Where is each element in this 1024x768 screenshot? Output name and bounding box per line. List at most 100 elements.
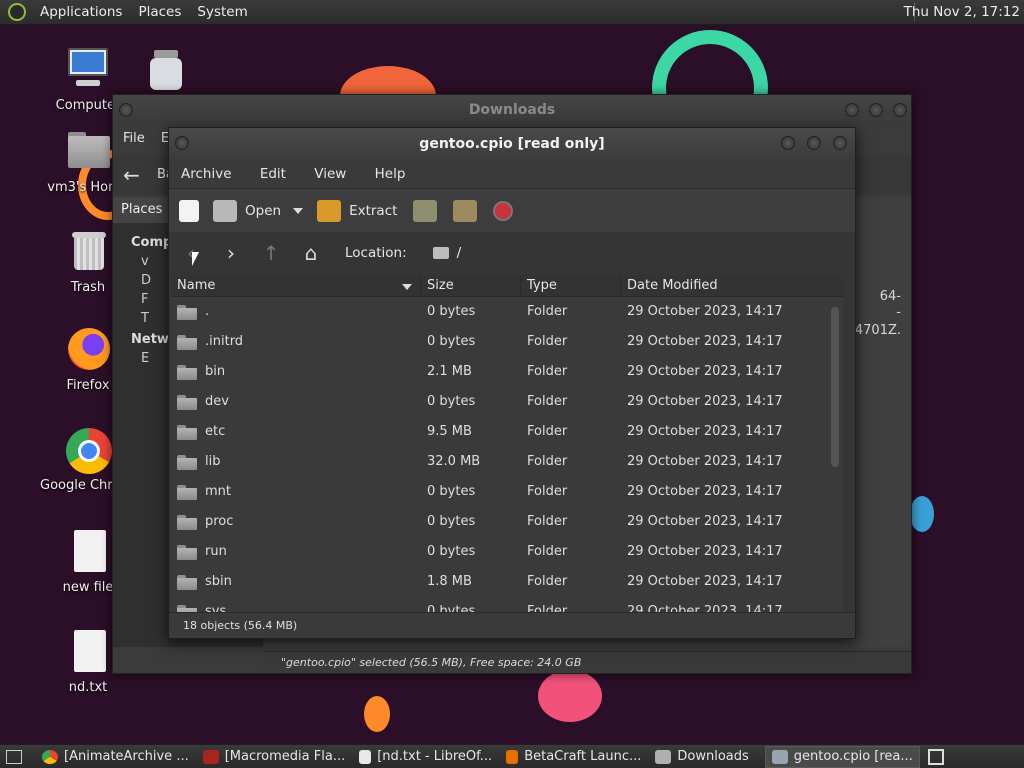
- open-dropdown-icon[interactable]: [293, 207, 304, 214]
- list-header: Name Size Type Date Modified: [171, 275, 843, 297]
- cell-size: 1.8 MB: [427, 574, 472, 589]
- maximize-button[interactable]: [807, 136, 821, 150]
- task-label: [Macromedia Fla...: [224, 749, 346, 764]
- places-menu[interactable]: Places: [130, 4, 189, 20]
- add-files-icon[interactable]: [413, 199, 438, 222]
- cell-name: bin: [205, 364, 226, 379]
- cell-size: 0 bytes: [427, 304, 476, 319]
- column-date-label: Date Modified: [627, 278, 718, 293]
- archive-icon: [771, 749, 788, 764]
- taskbar-item[interactable]: [Macromedia Fla...: [197, 746, 352, 768]
- cell-type: Folder: [527, 544, 568, 559]
- toolbar: Open Extract: [169, 188, 855, 232]
- menu-edit[interactable]: Edit: [258, 166, 288, 182]
- back-icon[interactable]: ‹: [179, 242, 203, 264]
- scrollbar-thumb[interactable]: [831, 307, 839, 467]
- cell-date: 29 October 2023, 14:17: [627, 364, 783, 379]
- taskbar: [AnimateArchive ... [Macromedia Fla... […: [0, 744, 1024, 768]
- cell-size: 0 bytes: [427, 604, 476, 613]
- close-button[interactable]: [893, 103, 907, 117]
- desktop-icon-jar[interactable]: [118, 46, 214, 98]
- window-title: gentoo.cpio [read only]: [169, 128, 855, 160]
- menu-file[interactable]: File: [123, 131, 145, 146]
- location-path[interactable]: /: [457, 245, 462, 261]
- menu-help[interactable]: Help: [373, 166, 408, 182]
- java-icon: [506, 749, 519, 764]
- column-name[interactable]: Name: [171, 275, 421, 297]
- system-menu[interactable]: System: [189, 4, 255, 20]
- jar-icon: [142, 46, 190, 94]
- back-arrow-icon[interactable]: ←: [123, 163, 140, 187]
- window-menu-button[interactable]: [175, 136, 189, 150]
- applications-menu[interactable]: Applications: [32, 4, 130, 20]
- up-icon[interactable]: ↑: [259, 242, 283, 264]
- taskbar-item-active[interactable]: gentoo.cpio [rea...: [764, 745, 920, 768]
- task-label: [AnimateArchive ...: [64, 749, 189, 764]
- cell-date: 29 October 2023, 14:17: [627, 394, 783, 409]
- new-archive-icon[interactable]: [179, 199, 199, 222]
- add-folder-icon[interactable]: [453, 199, 478, 222]
- cell-name: proc: [205, 514, 234, 529]
- table-row[interactable]: proc 0 bytes Folder 29 October 2023, 14:17: [171, 507, 831, 537]
- table-row[interactable]: sbin 1.8 MB Folder 29 October 2023, 14:17: [171, 567, 831, 597]
- cell-type: Folder: [527, 334, 568, 349]
- table-row[interactable]: lib 32.0 MB Folder 29 October 2023, 14:17: [171, 447, 831, 477]
- cell-type: Folder: [527, 424, 568, 439]
- text-fragment: 64-: [879, 289, 901, 304]
- sort-descending-icon: [402, 284, 412, 290]
- column-size[interactable]: Size: [421, 275, 521, 297]
- cell-size: 0 bytes: [427, 544, 476, 559]
- flash-icon: [202, 749, 219, 764]
- cell-size: 0 bytes: [427, 514, 476, 529]
- cell-size: 2.1 MB: [427, 364, 472, 379]
- folder-icon: [432, 247, 449, 259]
- top-panel: Applications Places System Thu Nov 2, 17…: [0, 0, 1024, 25]
- cell-type: Folder: [527, 394, 568, 409]
- close-button[interactable]: [833, 136, 847, 150]
- menu-view[interactable]: View: [312, 166, 348, 182]
- menu-archive[interactable]: Archive: [179, 166, 234, 182]
- column-date[interactable]: Date Modified: [621, 275, 831, 297]
- home-icon[interactable]: ⌂: [299, 242, 323, 264]
- taskbar-item[interactable]: [AnimateArchive ...: [36, 746, 195, 768]
- open-button[interactable]: Open: [245, 203, 281, 219]
- status-bar: "gentoo.cpio" selected (56.5 MB), Free s…: [263, 651, 911, 673]
- folder-icon: [655, 749, 672, 764]
- maximize-button[interactable]: [869, 103, 883, 117]
- table-row[interactable]: sys 0 bytes Folder 29 October 2023, 14:17: [171, 597, 831, 613]
- clock[interactable]: Thu Nov 2, 17:12: [904, 4, 1020, 20]
- extract-icon[interactable]: [317, 199, 342, 222]
- taskbar-item[interactable]: Downloads: [649, 746, 754, 768]
- minimize-button[interactable]: [845, 103, 859, 117]
- column-type[interactable]: Type: [521, 275, 621, 297]
- folder-icon: [177, 335, 197, 350]
- taskbar-item[interactable]: BetaCraft Launc...: [500, 746, 647, 768]
- extract-button[interactable]: Extract: [349, 203, 397, 219]
- cell-size: 32.0 MB: [427, 454, 481, 469]
- open-archive-icon[interactable]: [213, 199, 237, 222]
- table-row[interactable]: mnt 0 bytes Folder 29 October 2023, 14:17: [171, 477, 831, 507]
- document-icon: [64, 528, 112, 576]
- show-desktop-icon[interactable]: [6, 749, 22, 764]
- window-menu-button[interactable]: [119, 103, 133, 117]
- table-row[interactable]: dev 0 bytes Folder 29 October 2023, 14:17: [171, 387, 831, 417]
- stop-icon[interactable]: [493, 200, 514, 221]
- forward-icon[interactable]: ›: [219, 242, 243, 264]
- cell-name: .initrd: [205, 334, 244, 349]
- task-label: Downloads: [677, 749, 749, 764]
- minimize-button[interactable]: [781, 136, 795, 150]
- table-row[interactable]: etc 9.5 MB Folder 29 October 2023, 14:17: [171, 417, 831, 447]
- location-bar: ‹ › ↑ ⌂ Location: /: [169, 232, 855, 274]
- table-row[interactable]: bin 2.1 MB Folder 29 October 2023, 14:17: [171, 357, 831, 387]
- file-list: Name Size Type Date Modified . 0 bytes Fol…: [171, 275, 843, 613]
- table-row[interactable]: run 0 bytes Folder 29 October 2023, 14:17: [171, 537, 831, 567]
- cell-date: 29 October 2023, 14:17: [627, 454, 783, 469]
- taskbar-item[interactable]: [nd.txt - LibreOf...: [353, 746, 498, 768]
- cell-name: dev: [205, 394, 229, 409]
- table-row[interactable]: . 0 bytes Folder 29 October 2023, 14:17: [171, 297, 831, 327]
- gentoo-logo-icon[interactable]: [8, 3, 26, 21]
- workspace-switcher[interactable]: [927, 748, 944, 765]
- document-icon: [64, 628, 112, 676]
- scrollbar[interactable]: [831, 297, 839, 609]
- table-row[interactable]: .initrd 0 bytes Folder 29 October 2023, 14:…: [171, 327, 831, 357]
